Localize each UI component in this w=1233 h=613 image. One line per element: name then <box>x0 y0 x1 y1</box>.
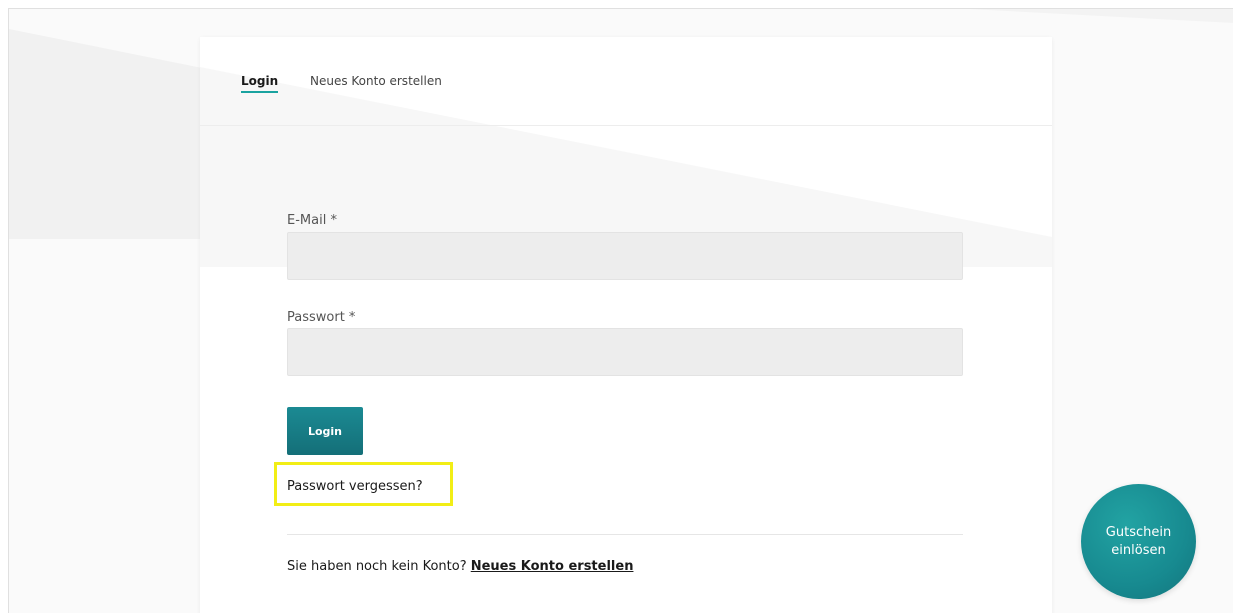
voucher-label-line1: Gutschein <box>1105 524 1172 540</box>
tab-register[interactable]: Neues Konto erstellen <box>310 74 442 88</box>
email-label: E-Mail * <box>287 213 337 228</box>
no-account-text: Sie haben noch kein Konto? <box>287 559 471 574</box>
create-account-link[interactable]: Neues Konto erstellen <box>471 559 634 574</box>
redeem-voucher-button[interactable]: Gutschein einlösen <box>1081 484 1196 599</box>
login-button[interactable]: Login <box>287 407 363 455</box>
password-label: Passwort * <box>287 310 356 325</box>
password-field[interactable] <box>287 328 963 376</box>
forgot-password-link[interactable]: Passwort vergessen? <box>287 479 423 494</box>
tab-login[interactable]: Login <box>241 74 279 93</box>
tab-bar: Login Neues Konto erstellen <box>200 37 1052 126</box>
voucher-label-line2: einlösen <box>1111 542 1166 558</box>
signup-prompt: Sie haben noch kein Konto? Neues Konto e… <box>287 559 633 574</box>
login-card: Login Neues Konto erstellen E-Mail * Pas… <box>200 37 1052 613</box>
email-field[interactable] <box>287 232 963 280</box>
divider <box>287 534 963 535</box>
page-frame: Login Neues Konto erstellen E-Mail * Pas… <box>8 8 1233 613</box>
